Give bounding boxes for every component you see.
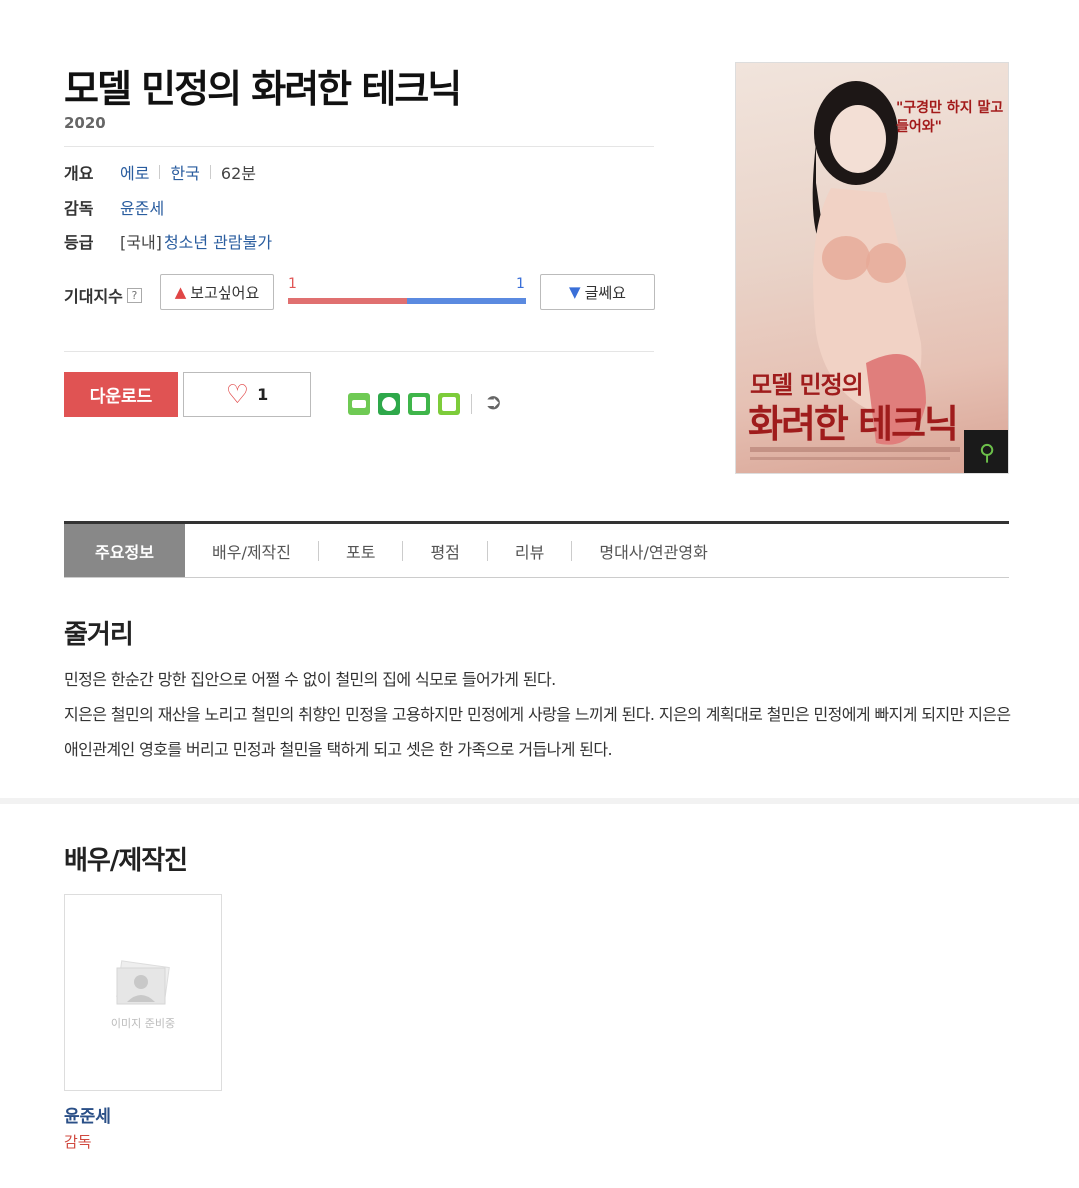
movie-title: 모델 민정의 화려한 테크닉: [64, 67, 462, 111]
cup-glyph: [382, 397, 396, 411]
rating-prefix: [국내]: [120, 233, 162, 252]
separator: [571, 540, 573, 561]
tab-score[interactable]: 평점: [430, 524, 459, 577]
thumbs-down-icon: ▼: [569, 283, 581, 301]
zoom-icon[interactable]: ⚲: [964, 430, 1008, 473]
plot-line: 민정은 한순간 망한 집안으로 어쩔 수 없이 철민의 집에 식모로 들어가게 …: [64, 670, 556, 689]
cast-photo[interactable]: 이미지 준비중: [64, 894, 222, 1091]
not-sure-label: 글쎄요: [584, 283, 626, 302]
plot-line: 지은은 철민의 재산을 노리고 철민의 취향인 민정을 고용하지만 민정에게 사…: [64, 705, 1011, 759]
tab-quotes-related[interactable]: 명대사/연관영화: [599, 524, 707, 577]
section-divider: [0, 798, 1079, 804]
cast-name-link[interactable]: 윤준세: [64, 1102, 111, 1127]
movie-poster[interactable]: "구경만 하지 말고 들어와" 모델 민정의 화려한 테크닉 ⚲: [735, 62, 1009, 474]
separator: [486, 540, 488, 561]
separator: [402, 540, 404, 561]
not-sure-button[interactable]: ▼ 글쎄요: [540, 274, 655, 310]
cast-role: 감독: [64, 1133, 92, 1151]
expect-index: 기대지수 ?: [64, 283, 142, 307]
share-talk-icon[interactable]: [348, 393, 370, 415]
tab-main-info[interactable]: 주요정보: [64, 524, 185, 577]
share-bookmark-icon[interactable]: [408, 393, 430, 415]
separator: [209, 165, 211, 179]
poster-quote: "구경만 하지 말고 들어와": [896, 99, 1003, 137]
want-to-see-button[interactable]: ▲ 보고싶어요: [160, 274, 274, 310]
plot-heading: 줄거리: [64, 620, 134, 650]
heart-icon: ♡: [225, 379, 250, 410]
thumbs-up-icon: ▲: [174, 283, 187, 301]
expect-ratio-bar: [288, 298, 526, 304]
movie-year: 2020: [64, 114, 106, 132]
director-label: 감독: [64, 199, 94, 218]
plot-text: 민정은 한순간 망한 집안으로 어쩔 수 없이 철민의 집에 식모로 들어가게 …: [64, 662, 1012, 767]
want-to-see-label: 보고싶어요: [190, 283, 260, 302]
runtime: 62분: [220, 164, 256, 183]
talk-glyph: [352, 400, 366, 408]
tab-review[interactable]: 리뷰: [515, 524, 544, 577]
like-bar: [288, 298, 407, 304]
dislike-bar: [407, 298, 526, 304]
share-icon[interactable]: ➲: [484, 392, 502, 414]
poster-quote-line2: 들어와": [896, 118, 942, 135]
like-count: 1: [288, 276, 297, 292]
director-row: 감독 윤준세: [64, 195, 164, 219]
heart-count: 1: [257, 385, 269, 404]
expect-label: 기대지수: [64, 287, 123, 306]
rating-label: 등급: [64, 233, 94, 252]
share-memo-icon[interactable]: [438, 393, 460, 415]
country-link[interactable]: 한국: [170, 160, 199, 184]
poster-credits: [750, 447, 960, 452]
director-link[interactable]: 윤준세: [120, 195, 164, 219]
poster-credits: [750, 457, 950, 460]
download-button[interactable]: 다운로드: [64, 372, 178, 417]
share-cafe-icon[interactable]: [378, 393, 400, 415]
rating-row: 등급 [국내] 청소년 관람불가: [64, 229, 272, 253]
dislike-count: 1: [516, 276, 525, 292]
tab-photo[interactable]: 포토: [346, 524, 375, 577]
photo-placeholder-icon: [116, 960, 170, 1005]
summary-label: 개요: [64, 164, 94, 183]
poster-quote-line1: "구경만 하지 말고: [896, 100, 1004, 116]
cast-heading: 배우/제작진: [64, 846, 188, 876]
summary-row: 개요 에로 한국 62분: [64, 160, 256, 184]
divider: [64, 146, 654, 147]
help-icon[interactable]: ?: [126, 287, 142, 303]
separator: [318, 540, 319, 561]
separator: [471, 394, 472, 414]
bookmark-glyph: [412, 397, 426, 411]
like-button[interactable]: ♡ 1: [183, 372, 311, 417]
tab-bar: 주요정보 배우/제작진 포토 평점 리뷰 명대사/연관영화: [64, 521, 1009, 578]
memo-glyph: [442, 397, 456, 411]
separator: [159, 165, 161, 179]
divider: [64, 351, 654, 352]
tab-cast-crew[interactable]: 배우/제작진: [212, 524, 291, 577]
poster-title-line2: 화려한 테크닉: [748, 401, 959, 446]
placeholder-text: 이미지 준비중: [110, 1017, 176, 1030]
rating-link[interactable]: 청소년 관람불가: [164, 229, 272, 253]
genre-link[interactable]: 에로: [120, 160, 149, 184]
